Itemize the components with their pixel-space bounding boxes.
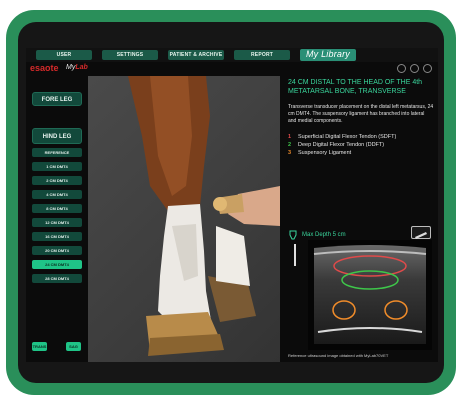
brand-row: esaote MyLab bbox=[26, 62, 438, 76]
mylab-logo-prefix: My bbox=[66, 64, 76, 71]
ultrasound-scan bbox=[313, 245, 427, 344]
probe-icon bbox=[289, 230, 297, 240]
info-description: Transverse transducer placement on the d… bbox=[288, 104, 434, 124]
hierarchy-icon[interactable] bbox=[410, 64, 419, 73]
max-depth-indicator: Max Depth 5 cm bbox=[288, 230, 346, 240]
probe-toggle-button[interactable] bbox=[411, 226, 431, 239]
horse-leg-illustration bbox=[128, 76, 280, 356]
position-item[interactable]: 1 CM DMT4 bbox=[32, 162, 82, 171]
sag-button[interactable]: SAG bbox=[66, 342, 81, 351]
esaote-logo: esaote bbox=[30, 63, 59, 73]
tab-user[interactable]: USER bbox=[36, 50, 92, 60]
position-item[interactable]: 20 CM DMT4 bbox=[32, 246, 82, 255]
depth-scale-bar bbox=[294, 244, 296, 266]
mylab-logo-suffix: Lab bbox=[75, 64, 88, 71]
ultrasound-image bbox=[308, 240, 432, 350]
hind-leg-button[interactable]: HIND LEG bbox=[32, 128, 82, 144]
horse-leg-photo bbox=[88, 76, 280, 362]
mylab-logo: MyLab bbox=[66, 64, 88, 71]
tab-report[interactable]: REPORT bbox=[234, 50, 290, 60]
legend-label: Suspensory Ligament bbox=[298, 150, 352, 156]
position-item[interactable]: 2 CM DMT4 bbox=[32, 176, 82, 185]
legend-item: 1 Superficial Digital Flexor Tendon (SDF… bbox=[288, 133, 434, 141]
legend-item: 3 Suspensory Ligament bbox=[288, 149, 434, 157]
tab-settings[interactable]: SETTINGS bbox=[102, 50, 158, 60]
position-item-active[interactable]: 24 CM DMT4 bbox=[32, 260, 82, 269]
tab-patient-archive[interactable]: PATIENT & ARCHIVE bbox=[168, 50, 224, 60]
left-navigation-panel: FORE LEG HIND LEG REFERENCE 1 CM DMT4 2 … bbox=[26, 76, 88, 362]
position-item[interactable]: 28 CM DMT4 bbox=[32, 274, 82, 283]
legend-label: Deep Digital Flexor Tendon (DDFT) bbox=[298, 142, 385, 148]
app-screen: USER SETTINGS PATIENT & ARCHIVE REPORT M… bbox=[26, 48, 438, 362]
legend-number: 1 bbox=[288, 134, 292, 140]
position-item[interactable]: 8 CM DMT4 bbox=[32, 204, 82, 213]
search-icon[interactable] bbox=[397, 64, 406, 73]
settings-icon[interactable] bbox=[423, 64, 432, 73]
toolbar-icons bbox=[397, 64, 432, 73]
legend-item: 2 Deep Digital Flexor Tendon (DDFT) bbox=[288, 141, 434, 149]
trans-button[interactable]: TRANS bbox=[32, 342, 47, 351]
info-panel: 24 CM DISTAL TO THE HEAD OF THE 4th META… bbox=[288, 78, 434, 157]
ultrasound-caption: Reference ultrasound image obtained with… bbox=[288, 353, 389, 358]
position-list: REFERENCE 1 CM DMT4 2 CM DMT4 4 CM DMT4 … bbox=[32, 148, 82, 288]
info-title: 24 CM DISTAL TO THE HEAD OF THE 4th META… bbox=[288, 79, 423, 95]
structure-legend: 1 Superficial Digital Flexor Tendon (SDF… bbox=[288, 133, 434, 157]
legend-label: Superficial Digital Flexor Tendon (SDFT) bbox=[298, 134, 397, 140]
position-item[interactable]: 4 CM DMT4 bbox=[32, 190, 82, 199]
fore-leg-button[interactable]: FORE LEG bbox=[32, 92, 82, 106]
legend-number: 2 bbox=[288, 142, 292, 148]
max-depth-label: Max Depth 5 cm bbox=[302, 232, 346, 238]
legend-number: 3 bbox=[288, 150, 292, 156]
tablet-frame: USER SETTINGS PATIENT & ARCHIVE REPORT M… bbox=[6, 10, 456, 395]
top-nav-bar: USER SETTINGS PATIENT & ARCHIVE REPORT M… bbox=[26, 48, 438, 62]
position-item[interactable]: 12 CM DMT4 bbox=[32, 218, 82, 227]
position-item[interactable]: REFERENCE bbox=[32, 148, 82, 157]
position-item[interactable]: 16 CM DMT4 bbox=[32, 232, 82, 241]
tablet-bezel: USER SETTINGS PATIENT & ARCHIVE REPORT M… bbox=[18, 22, 444, 383]
transducer-icon bbox=[415, 232, 427, 239]
tab-my-library[interactable]: My Library bbox=[300, 49, 356, 61]
